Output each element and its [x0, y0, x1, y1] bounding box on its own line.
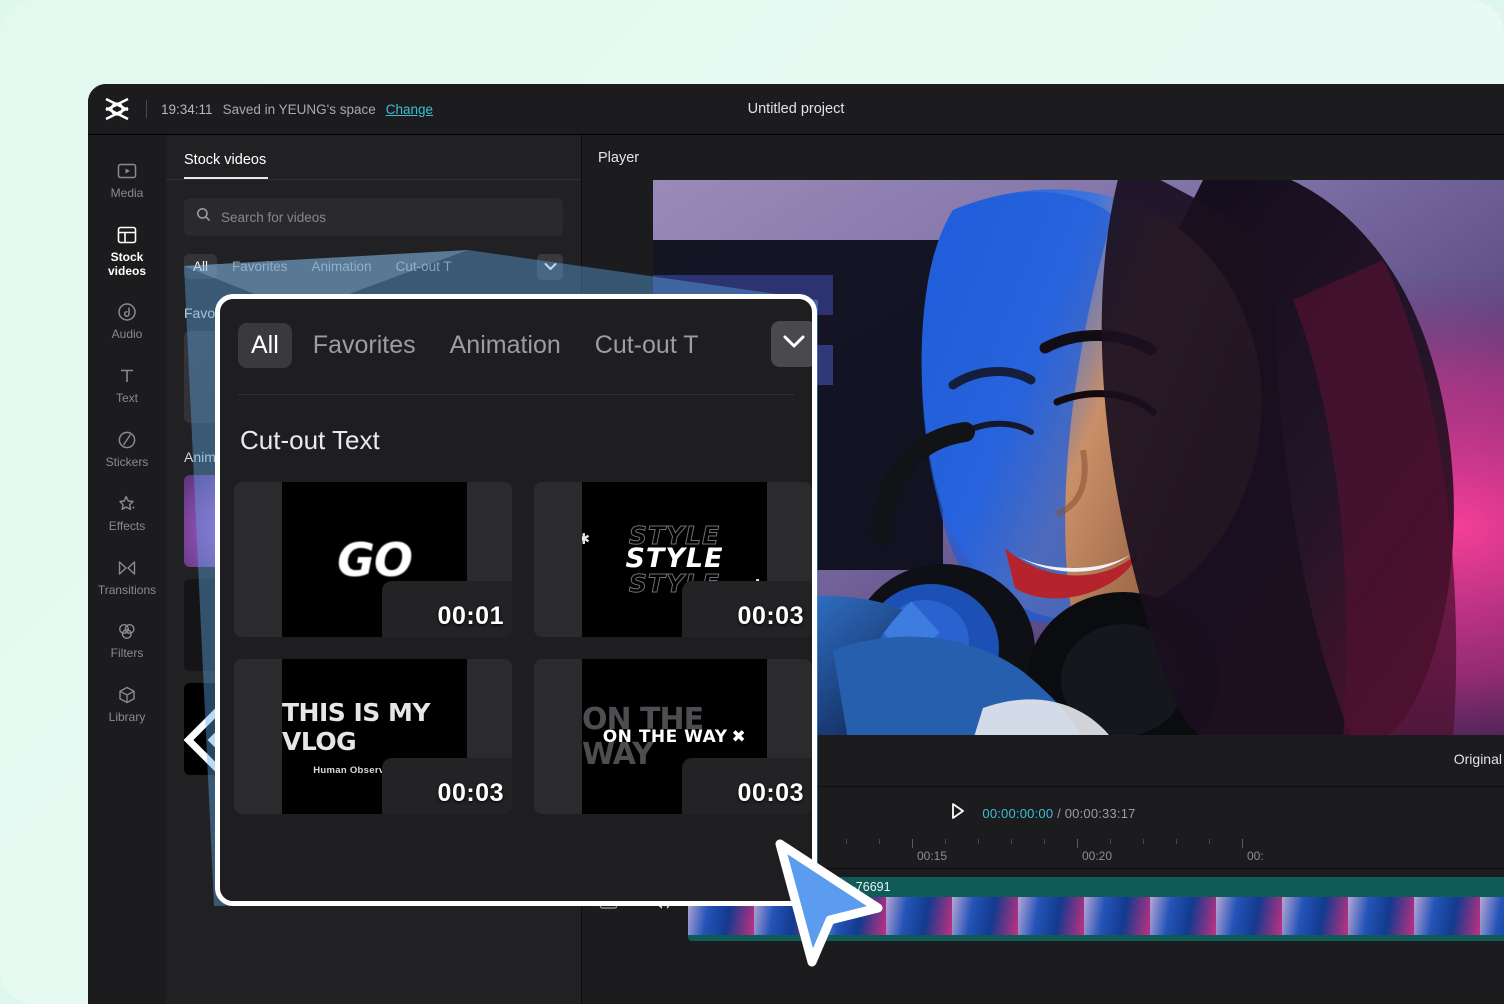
card-duration: 00:03 [437, 779, 504, 807]
clip-filmstrip [688, 897, 1504, 935]
sidebar-item-library[interactable]: Library [88, 673, 166, 737]
sidebar-item-label: Stock videos [107, 249, 146, 278]
total-time: 00:00:33:17 [1064, 805, 1136, 821]
sidebar-item-stock-videos[interactable]: Stock videos [88, 213, 166, 291]
sidebar-item-text[interactable]: Text [88, 354, 166, 418]
ruler-label: 00:15 [917, 849, 948, 863]
list-item[interactable]: ON THE WAY ON THE WAY ✖ 00:03 [534, 659, 812, 814]
save-status: Saved in YEUNG's space [222, 101, 376, 117]
change-space-link[interactable]: Change [386, 102, 433, 117]
sidebar-item-label: Filters [110, 646, 144, 661]
card-art-main: GO [337, 532, 413, 587]
popup-tab-cutout-text[interactable]: Cut-out T [582, 323, 712, 368]
search-icon [196, 207, 211, 227]
popup-tab-animation[interactable]: Animation [437, 323, 574, 368]
sidebar-item-label: Library [108, 710, 146, 725]
card-duration: 00:03 [737, 779, 804, 807]
popup-section-title: Cut-out Text [240, 425, 380, 455]
sidebar-item-label: Stickers [105, 454, 149, 469]
search-placeholder: Search for videos [221, 209, 327, 225]
current-time: 00:00:00:00 [982, 805, 1054, 821]
header-divider [146, 100, 147, 118]
time-separator: / [1057, 805, 1061, 821]
save-info: 19:34:11 Saved in YEUNG's space Change [161, 102, 433, 117]
sidebar-item-label: Text [115, 391, 138, 406]
play-icon[interactable] [950, 802, 966, 825]
transitions-icon [117, 558, 137, 578]
list-item[interactable]: THIS IS MY VLOG Human Observation diary … [234, 659, 512, 814]
filter-chip-cutout-text[interactable]: Cut-out T [387, 254, 461, 279]
sidebar-item-audio[interactable]: Audio [88, 290, 166, 354]
chevron-down-icon [544, 258, 557, 276]
library-rule [166, 179, 581, 180]
popup-tab-favorites[interactable]: Favorites [300, 323, 429, 368]
magnifier-popup: All Favorites Animation Cut-out T Cut-ou… [215, 294, 817, 906]
popup-card-grid: GO 00:01 ✱ ✱ ✱ STYLE STYLE STYL [220, 456, 812, 814]
capcut-logo-icon[interactable] [88, 96, 146, 122]
player-title: Player [598, 150, 640, 166]
stock-videos-icon [117, 225, 137, 245]
library-tab-header: Stock videos [166, 135, 581, 179]
popup-tab-row: All Favorites Animation Cut-out T [220, 299, 812, 368]
chevron-down-icon [782, 334, 806, 354]
ruler-label: 00: [1247, 849, 1264, 863]
sidebar-item-media[interactable]: Media [88, 149, 166, 213]
card-art-main: THIS IS MY VLOG [282, 697, 430, 756]
list-item[interactable]: GO 00:01 [234, 482, 512, 637]
audio-icon [117, 302, 137, 322]
sidebar-item-label: Media [110, 186, 144, 200]
save-time: 19:34:11 [161, 101, 213, 117]
sidebar-item-label: Transitions [97, 582, 157, 597]
original-label[interactable]: Original [1454, 751, 1502, 767]
sidebar-item-label: Audio [111, 327, 143, 342]
ruler-label: 00:20 [1082, 849, 1113, 863]
library-icon [117, 685, 137, 705]
stickers-icon [117, 430, 137, 450]
card-duration: 00:03 [737, 602, 804, 630]
list-item[interactable]: ✱ ✱ ✱ STYLE STYLE STYLE 00:03 [534, 482, 812, 637]
star-icon: ✱ [582, 530, 590, 548]
filter-chip-row: All Favorites Animation Cut-out T [184, 253, 563, 280]
filters-icon [117, 621, 137, 641]
search-input[interactable]: Search for videos [184, 198, 563, 236]
timecode-display: 00:00:00:00 / 00:00:33:17 [982, 806, 1135, 821]
screenshot-root: 19:34:11 Saved in YEUNG's space Change U… [0, 0, 1504, 1004]
project-title-text: Untitled project [747, 101, 845, 117]
filter-chip-animation[interactable]: Animation [303, 254, 381, 279]
effects-icon [117, 494, 137, 514]
card-art-foreground: ON THE WAY ✖ [603, 727, 747, 747]
airplane-icon: ✖ [731, 726, 747, 747]
popup-divider [238, 394, 794, 395]
sidebar-item-stickers[interactable]: Stickers [88, 418, 166, 482]
popup-tab-all[interactable]: All [238, 323, 292, 368]
sidebar-item-effects[interactable]: Effects [88, 482, 166, 546]
sidebar-item-label: Effects [108, 518, 146, 533]
library-tab-label[interactable]: Stock videos [184, 152, 266, 177]
filter-chip-favorites[interactable]: Favorites [223, 254, 297, 279]
sidebar: Media Stock videos Audio Text Stickers E… [88, 135, 166, 1004]
filter-chip-all[interactable]: All [184, 254, 218, 279]
popup-expand-button[interactable] [771, 321, 812, 367]
expand-filters-button[interactable] [537, 253, 563, 280]
text-icon [117, 366, 137, 386]
sidebar-item-transitions[interactable]: Transitions [88, 546, 166, 610]
media-icon [117, 161, 137, 181]
card-duration: 00:01 [437, 602, 504, 630]
card-art-main: ON THE WAY [602, 726, 728, 747]
title-bar: 19:34:11 Saved in YEUNG's space Change U… [88, 84, 1504, 134]
sidebar-item-filters[interactable]: Filters [88, 609, 166, 673]
